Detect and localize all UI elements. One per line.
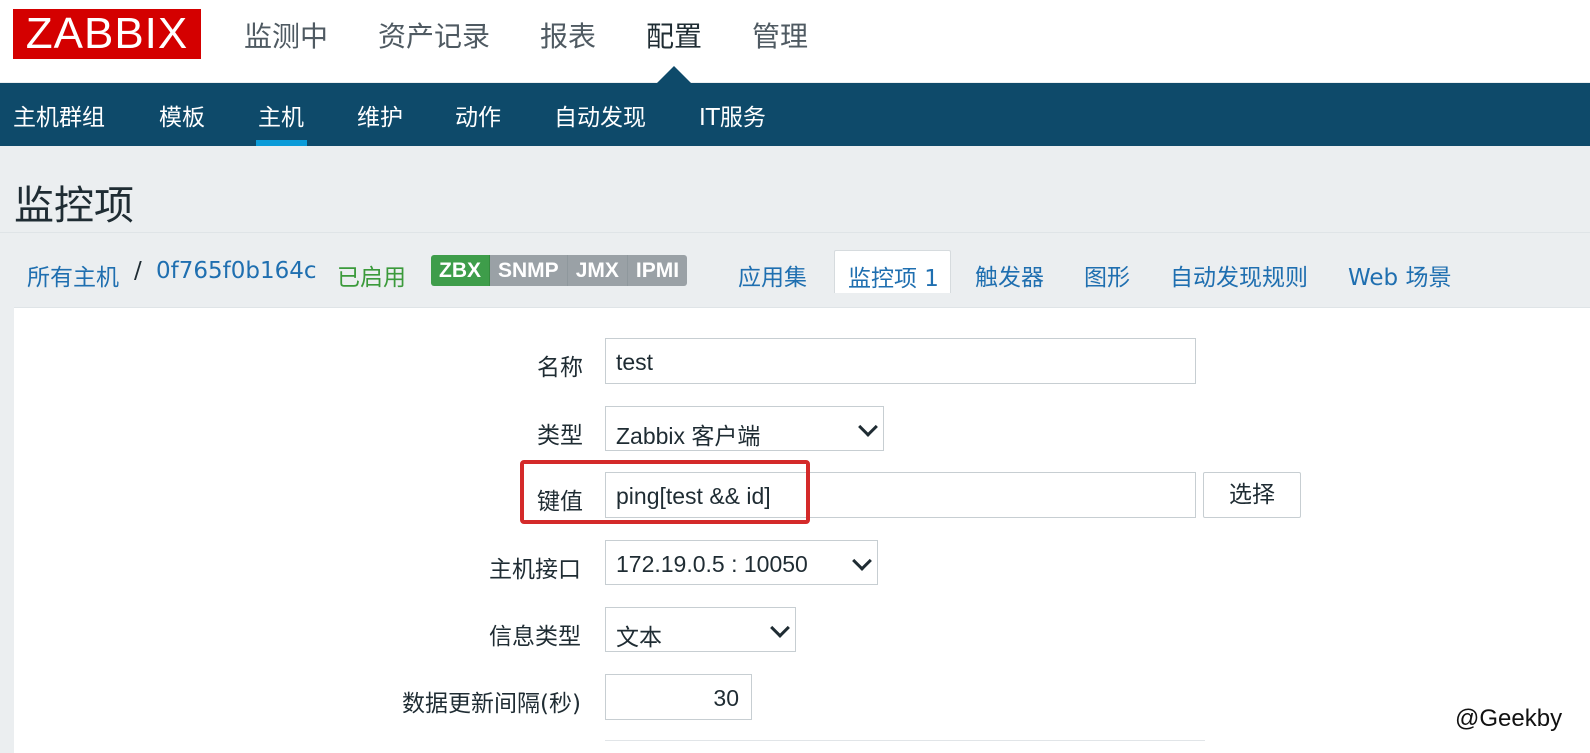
next-field-edge	[605, 740, 1205, 741]
watermark: @Geekby	[1455, 705, 1563, 732]
interface-select[interactable]: 172.19.0.5 : 10050	[605, 540, 878, 585]
sub-nav-host-groups[interactable]: 主机群组	[13, 98, 105, 132]
main-nav-monitoring[interactable]: 监测中	[244, 15, 328, 55]
breadcrumb: 所有主机 / 0f765f0b164c 已启用 ZBX SNMP JMX IPM…	[0, 246, 1590, 294]
page-title: 监控项	[14, 183, 134, 229]
active-sub-nav-indicator	[256, 140, 307, 146]
name-label: 名称	[537, 355, 583, 381]
interval-input-value: 30	[713, 685, 739, 711]
badge-zbx: ZBX	[431, 255, 490, 286]
info-type-select-value: 文本	[616, 624, 662, 650]
chevron-down-icon	[858, 417, 878, 437]
interface-label: 主机接口	[489, 557, 581, 583]
sub-nav-hosts[interactable]: 主机	[258, 98, 304, 132]
interval-input[interactable]: 30	[605, 674, 752, 720]
sub-nav-actions[interactable]: 动作	[455, 98, 501, 132]
main-nav-inventory[interactable]: 资产记录	[378, 15, 490, 55]
chevron-down-icon	[770, 618, 790, 638]
tab-items-label: 监控项 1	[848, 266, 939, 292]
breadcrumb-all-hosts[interactable]: 所有主机	[27, 258, 119, 292]
sub-nav-discovery[interactable]: 自动发现	[554, 98, 646, 132]
sub-nav-templates[interactable]: 模板	[159, 98, 205, 132]
main-nav-configuration[interactable]: 配置	[646, 15, 702, 55]
badge-jmx: JMX	[567, 255, 628, 286]
name-input-value: test	[616, 349, 654, 375]
interface-select-value: 172.19.0.5 : 10050	[616, 551, 808, 577]
select-key-button[interactable]: 选择	[1203, 472, 1301, 518]
host-status-enabled[interactable]: 已启用	[337, 258, 406, 292]
main-nav-reports[interactable]: 报表	[540, 15, 596, 55]
tab-triggers[interactable]: 触发器	[975, 258, 1044, 292]
info-type-select[interactable]: 文本	[605, 607, 796, 652]
tab-discovery-rules[interactable]: 自动发现规则	[1170, 258, 1308, 292]
sub-nav: 主机群组 模板 主机 维护 动作 自动发现 IT服务	[0, 83, 1590, 146]
zabbix-logo[interactable]: ZABBIX	[13, 9, 201, 59]
tab-web-scenarios[interactable]: Web 场景	[1348, 258, 1451, 292]
chevron-down-icon	[852, 551, 872, 571]
main-nav-administration[interactable]: 管理	[752, 15, 808, 55]
breadcrumb-host[interactable]: 0f765f0b164c	[156, 258, 317, 284]
key-highlight-box	[520, 460, 810, 524]
sub-nav-maintenance[interactable]: 维护	[357, 98, 403, 132]
type-select-value: Zabbix 客户端	[616, 423, 761, 449]
tab-items[interactable]: 监控项 1	[834, 250, 951, 293]
active-menu-caret-icon	[657, 66, 691, 83]
top-bar: ZABBIX 监测中 资产记录 报表 配置 管理	[0, 0, 1590, 83]
badge-ipmi: IPMI	[627, 255, 688, 286]
tab-applications[interactable]: 应用集	[738, 258, 807, 292]
name-input[interactable]: test	[605, 338, 1196, 384]
availability-badges: ZBX SNMP JMX IPMI	[431, 255, 688, 286]
badge-snmp: SNMP	[490, 255, 568, 286]
title-divider	[0, 232, 1590, 233]
tab-graphs[interactable]: 图形	[1084, 258, 1130, 292]
sub-nav-it-services[interactable]: IT服务	[699, 98, 766, 132]
type-label: 类型	[537, 423, 583, 449]
breadcrumb-separator: /	[134, 258, 142, 284]
interval-label: 数据更新间隔(秒)	[402, 691, 581, 717]
type-select[interactable]: Zabbix 客户端	[605, 406, 884, 451]
info-type-label: 信息类型	[489, 624, 581, 650]
